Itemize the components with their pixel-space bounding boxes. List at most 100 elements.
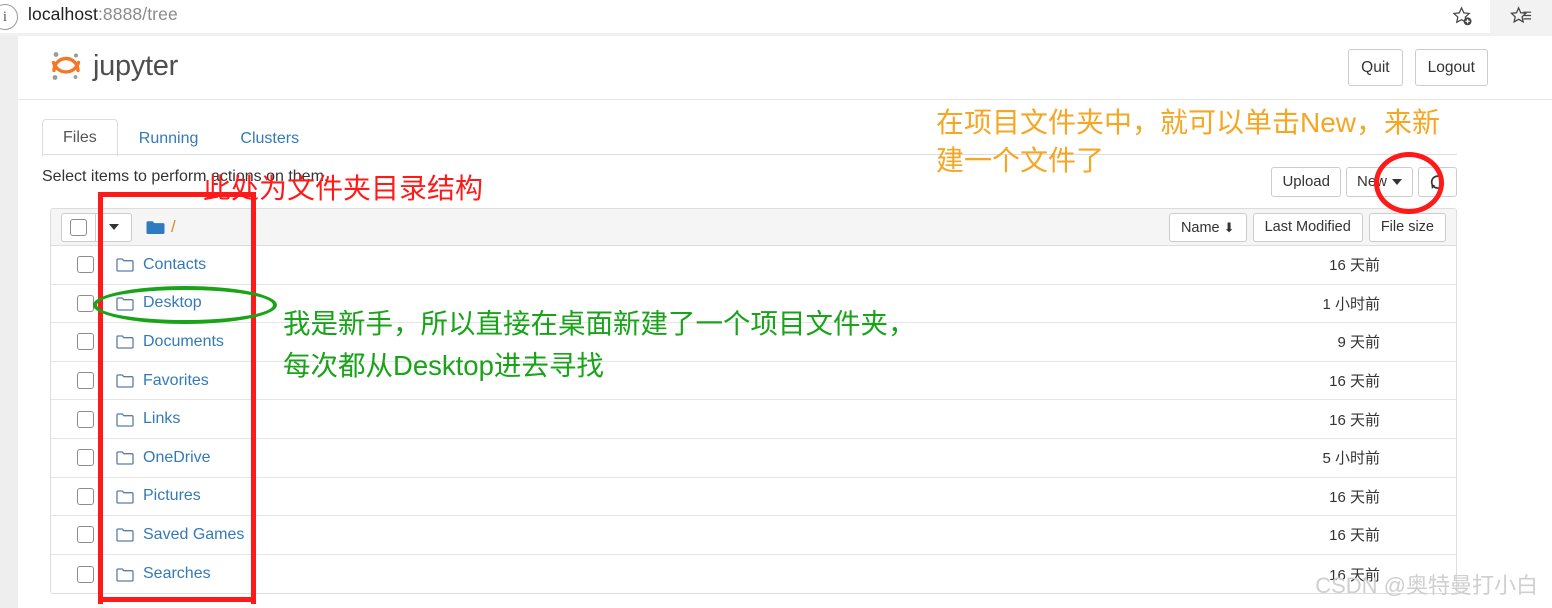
tab-files[interactable]: Files — [42, 119, 118, 157]
file-modified: 1 小时前 — [1322, 295, 1380, 313]
site-info-icon[interactable]: i — [0, 4, 18, 30]
table-row[interactable]: Pictures 16 天前 — [51, 477, 1456, 517]
sort-by-size-button[interactable]: File size — [1368, 213, 1446, 242]
row-checkbox[interactable] — [77, 526, 94, 544]
file-name[interactable]: Pictures — [143, 487, 201, 505]
table-row[interactable]: OneDrive 5 小时前 — [51, 438, 1456, 478]
add-favorite-button[interactable] — [1434, 0, 1490, 33]
row-checkbox[interactable] — [77, 294, 94, 312]
header-buttons: Quit Logout — [1348, 49, 1488, 86]
file-modified: 16 天前 — [1329, 373, 1380, 391]
row-checkbox[interactable] — [77, 565, 94, 583]
quit-button[interactable]: Quit — [1348, 49, 1403, 86]
jupyter-header: jupyter Quit Logout — [18, 36, 1552, 100]
page-left-gutter — [0, 36, 18, 608]
folder-icon — [116, 489, 134, 504]
table-row[interactable]: Documents 9 天前 — [51, 323, 1456, 362]
sort-by-modified-button[interactable]: Last Modified — [1252, 213, 1363, 242]
file-rows: Contacts 16 天前 Desktop 1 小时前 Documents 9 天前 Fa… — [51, 246, 1456, 594]
select-all-checkbox[interactable] — [61, 212, 96, 242]
file-item-link[interactable]: Contacts — [116, 256, 206, 274]
file-item-link[interactable]: Searches — [116, 565, 211, 583]
select-menu-button[interactable] — [96, 212, 132, 242]
sort-buttons: Name ⬇ Last Modified File size — [1168, 213, 1446, 242]
file-modified: 9 天前 — [1337, 334, 1380, 352]
breadcrumb-root[interactable]: / — [171, 217, 176, 237]
url-path: :8888/tree — [97, 4, 178, 24]
file-name[interactable]: Searches — [143, 565, 211, 583]
tab-clusters[interactable]: Clusters — [219, 120, 320, 157]
refresh-button[interactable] — [1418, 167, 1457, 197]
file-modified: 16 天前 — [1329, 411, 1380, 429]
breadcrumb[interactable]: / — [146, 217, 176, 237]
file-list-header: / Name ⬇ Last Modified File size — [51, 209, 1456, 246]
folder-icon — [116, 450, 134, 465]
folder-icon — [116, 296, 134, 311]
row-checkbox[interactable] — [77, 410, 94, 428]
star-list-icon — [1509, 6, 1531, 24]
checkbox-icon — [70, 218, 87, 236]
file-modified: 5 小时前 — [1322, 450, 1380, 468]
file-name[interactable]: Favorites — [143, 372, 209, 390]
file-name[interactable]: OneDrive — [143, 449, 211, 467]
table-row[interactable]: Favorites 16 天前 — [51, 361, 1456, 401]
url-text[interactable]: localhost:8888/tree — [28, 4, 178, 25]
browser-url-bar[interactable]: i localhost:8888/tree — [0, 0, 1552, 33]
row-checkbox[interactable] — [77, 256, 94, 274]
jupyter-logo-icon — [48, 48, 84, 84]
file-item-link[interactable]: Pictures — [116, 487, 201, 505]
new-button-label: New — [1356, 173, 1387, 190]
favorites-list-button[interactable] — [1490, 0, 1552, 33]
table-row[interactable]: Contacts 16 天前 — [51, 246, 1456, 285]
file-item-link[interactable]: Desktop — [116, 294, 202, 312]
select-items-note: Select items to perform actions on them. — [42, 168, 329, 185]
file-item-link[interactable]: Favorites — [116, 372, 209, 390]
file-actions-toolbar: Upload New — [1271, 167, 1457, 197]
file-name[interactable]: Desktop — [143, 294, 202, 312]
table-row[interactable]: Desktop 1 小时前 — [51, 284, 1456, 324]
tabs-divider — [42, 154, 1457, 155]
table-row[interactable]: Saved Games 16 天前 — [51, 516, 1456, 555]
row-checkbox[interactable] — [77, 372, 94, 390]
file-modified: 16 天前 — [1329, 257, 1380, 275]
upload-button[interactable]: Upload — [1271, 167, 1341, 197]
file-item-link[interactable]: Saved Games — [116, 526, 244, 544]
row-checkbox[interactable] — [77, 333, 94, 351]
folder-icon — [116, 527, 134, 543]
logout-button[interactable]: Logout — [1414, 49, 1488, 86]
jupyter-logo[interactable]: jupyter — [48, 48, 178, 84]
file-item-link[interactable]: OneDrive — [116, 449, 211, 467]
tab-running[interactable]: Running — [118, 120, 220, 157]
jupyter-logo-text: jupyter — [93, 49, 178, 82]
file-modified: 16 天前 — [1329, 566, 1380, 584]
new-button[interactable]: New — [1345, 167, 1413, 197]
file-item-link[interactable]: Links — [116, 410, 180, 428]
row-checkbox[interactable] — [77, 487, 94, 505]
sort-name-label: Name — [1180, 220, 1220, 236]
select-all-group[interactable] — [61, 212, 132, 242]
row-checkbox[interactable] — [77, 449, 94, 467]
file-name[interactable]: Links — [143, 410, 180, 428]
table-row[interactable]: Searches 16 天前 — [51, 554, 1456, 594]
annotation-red-box-bottom — [98, 597, 256, 602]
file-name[interactable]: Documents — [143, 333, 224, 351]
file-name[interactable]: Contacts — [143, 256, 206, 274]
refresh-icon — [1430, 174, 1445, 189]
file-modified: 16 天前 — [1329, 527, 1380, 545]
folder-icon — [116, 412, 134, 427]
table-row[interactable]: Links 16 天前 — [51, 400, 1456, 439]
url-host: localhost — [28, 4, 98, 24]
folder-icon — [116, 567, 134, 582]
folder-icon — [116, 257, 134, 272]
folder-icon — [146, 220, 165, 235]
file-modified: 16 天前 — [1329, 488, 1380, 506]
chevron-down-icon — [108, 224, 119, 230]
folder-icon — [116, 334, 134, 350]
sort-by-name-button[interactable]: Name ⬇ — [1168, 213, 1247, 242]
main-tabs: Files Running Clusters — [42, 118, 320, 157]
file-name[interactable]: Saved Games — [143, 526, 244, 544]
arrow-down-icon: ⬇ — [1223, 220, 1235, 235]
file-list: / Name ⬇ Last Modified File size Contact… — [50, 208, 1457, 595]
file-item-link[interactable]: Documents — [116, 333, 224, 351]
chevron-down-icon — [1392, 179, 1402, 186]
